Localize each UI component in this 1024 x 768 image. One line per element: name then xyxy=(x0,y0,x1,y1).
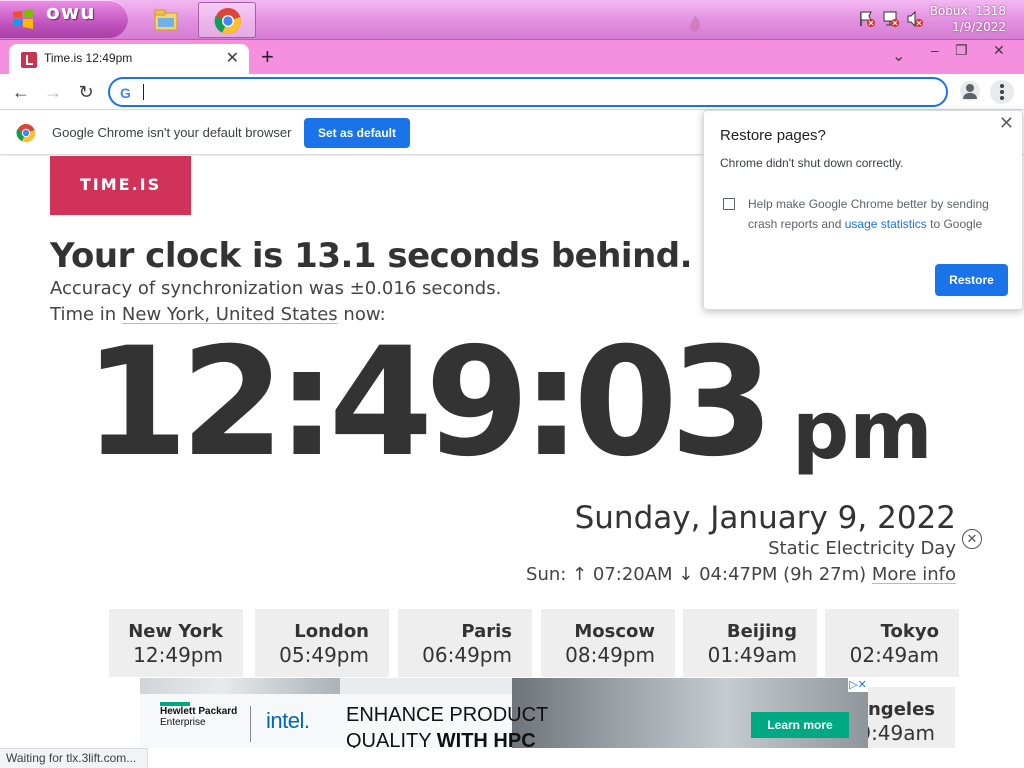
crash-reports-label: Help make Google Chrome better by sendin… xyxy=(748,194,1008,234)
city-name: Beijing xyxy=(726,621,797,642)
city-clock-london[interactable]: London 05:49pm xyxy=(255,609,389,677)
sync-accuracy-text: Accuracy of synchronization was ±0.016 s… xyxy=(50,278,502,299)
usage-statistics-link[interactable]: usage statistics xyxy=(845,217,927,231)
flame-decoration-icon xyxy=(689,15,700,32)
chrome-logo-icon xyxy=(16,124,36,143)
city-time: 12:49pm xyxy=(133,643,223,667)
reload-button[interactable]: ↻ xyxy=(73,79,99,105)
city-clock-new-york[interactable]: New York 12:49pm xyxy=(109,609,243,677)
folder-icon xyxy=(154,9,178,31)
ad-choices-icon[interactable]: ▷✕ xyxy=(848,678,868,692)
minimize-button[interactable]: – xyxy=(931,42,939,58)
time-is-favicon-icon xyxy=(21,52,37,68)
ad-headline-quality: QUALITY xyxy=(346,730,432,748)
city-clock-tokyo[interactable]: Tokyo 02:49am xyxy=(825,609,959,677)
city-name: Paris xyxy=(461,621,512,642)
text-cursor xyxy=(143,84,144,100)
tab-strip: Time.is 12:49pm ✕ + ⌄ – ❐ ✕ xyxy=(0,40,1024,74)
city-name: London xyxy=(294,621,369,642)
set-as-default-button[interactable]: Set as default xyxy=(304,118,410,148)
city-time: 01:49am xyxy=(707,643,797,667)
current-date: Sunday, January 9, 2022 xyxy=(574,500,956,536)
back-button[interactable]: ← xyxy=(8,79,34,105)
ad-divider xyxy=(250,706,251,742)
city-clock-moscow[interactable]: Moscow 08:49pm xyxy=(541,609,675,677)
hpe-line2: Enterprise xyxy=(160,717,206,728)
flag-alert-icon[interactable] xyxy=(858,10,876,28)
tab-close-icon[interactable]: ✕ xyxy=(226,48,239,68)
dialog-message: Chrome didn't shut down correctly. xyxy=(720,156,904,170)
clock-user-label: Bobux: 1318 xyxy=(929,4,1006,18)
city-name: Moscow xyxy=(574,621,655,642)
crash-reports-checkbox[interactable] xyxy=(723,198,735,210)
am-pm-label: pm xyxy=(792,384,933,477)
tab-time-is[interactable]: Time.is 12:49pm ✕ xyxy=(9,44,249,74)
city-name: New York xyxy=(128,621,223,642)
ad-headline-line2: QUALITY WITH HPC xyxy=(346,728,548,748)
chrome-menu-icon[interactable] xyxy=(990,80,1014,104)
city-clocks: New York 12:49pm London 05:49pm Paris 06… xyxy=(109,609,959,677)
taskbar-app-file-explorer[interactable] xyxy=(137,2,195,38)
city-time: 02:49am xyxy=(849,643,939,667)
clock-offset-headline: Your clock is 13.1 seconds behind. xyxy=(50,236,693,276)
city-time: 9:49am xyxy=(858,721,935,745)
dialog-title: Restore pages? xyxy=(720,127,826,144)
profile-avatar-icon[interactable] xyxy=(960,81,980,101)
start-button[interactable]: owu xyxy=(0,0,128,38)
clock-date: 1/9/2022 xyxy=(952,20,1006,34)
maximize-button[interactable]: ❐ xyxy=(955,42,968,59)
sun-times: Sun: ↑ 07:20AM ↓ 04:47PM (9h 27m) xyxy=(526,564,867,585)
ad-headline-line1: ENHANCE PRODUCT xyxy=(346,704,549,726)
restore-button[interactable]: Restore xyxy=(935,264,1008,296)
volume-muted-icon[interactable] xyxy=(906,10,924,28)
city-name: Tokyo xyxy=(880,621,939,642)
browser-toolbar: ← → ↻ G xyxy=(0,74,1024,110)
infobar-message: Google Chrome isn't your default browser xyxy=(52,125,292,140)
city-time: 05:49pm xyxy=(279,643,369,667)
close-window-button[interactable]: ✕ xyxy=(993,42,1005,59)
learn-more-button[interactable]: Learn more xyxy=(751,712,849,738)
sun-info-line: Sun: ↑ 07:20AM ↓ 04:47PM (9h 27m) More i… xyxy=(526,564,956,585)
restore-pages-dialog: ✕ Restore pages? Chrome didn't shut down… xyxy=(703,110,1023,310)
dialog-close-icon[interactable]: ✕ xyxy=(999,113,1014,134)
os-taskbar: owu Bobux: 1318 1/9/2022 xyxy=(0,0,1024,40)
advertisement-banner[interactable]: Hewlett Packard Enterprise intel. ENHANC… xyxy=(140,678,868,748)
city-time: 08:49pm xyxy=(565,643,655,667)
holiday-link[interactable]: Static Electricity Day xyxy=(768,538,956,559)
city-time: 06:49pm xyxy=(422,643,512,667)
intel-logo: intel. xyxy=(266,708,310,733)
address-bar[interactable]: G xyxy=(108,77,948,107)
taskbar-clock[interactable]: Bobux: 1318 1/9/2022 xyxy=(926,3,1006,35)
tab-title: Time.is 12:49pm xyxy=(44,51,133,65)
time-is-logo[interactable]: TIME.IS xyxy=(50,156,191,215)
new-tab-button[interactable]: + xyxy=(261,44,274,70)
city-clock-beijing[interactable]: Beijing 01:49am xyxy=(683,609,817,677)
start-label: owu xyxy=(46,0,96,24)
google-g-icon: G xyxy=(120,85,131,101)
hpe-logo: Hewlett Packard Enterprise xyxy=(160,706,237,728)
logo-text: TIME.IS xyxy=(79,175,162,194)
network-alert-icon[interactable] xyxy=(882,10,900,28)
status-bubble: Waiting for tlx.3lift.com... xyxy=(0,748,148,768)
current-time: 12:49:03 xyxy=(84,316,774,490)
ad-headline: ENHANCE PRODUCT QUALITY WITH HPC xyxy=(346,702,548,748)
tab-search-dropdown-icon[interactable]: ⌄ xyxy=(892,46,905,66)
close-ad-icon[interactable]: ✕ xyxy=(962,529,982,549)
chrome-icon xyxy=(214,8,241,35)
more-info-link[interactable]: More info xyxy=(872,564,956,585)
taskbar-app-chrome[interactable] xyxy=(198,2,256,38)
ad-headline-with-hpc: WITH HPC xyxy=(436,730,536,748)
windows-logo-icon xyxy=(13,9,33,29)
city-clock-paris[interactable]: Paris 06:49pm xyxy=(398,609,532,677)
check-text-b: to Google xyxy=(930,217,983,231)
hpe-line1: Hewlett Packard xyxy=(160,706,238,717)
forward-button[interactable]: → xyxy=(40,79,66,105)
